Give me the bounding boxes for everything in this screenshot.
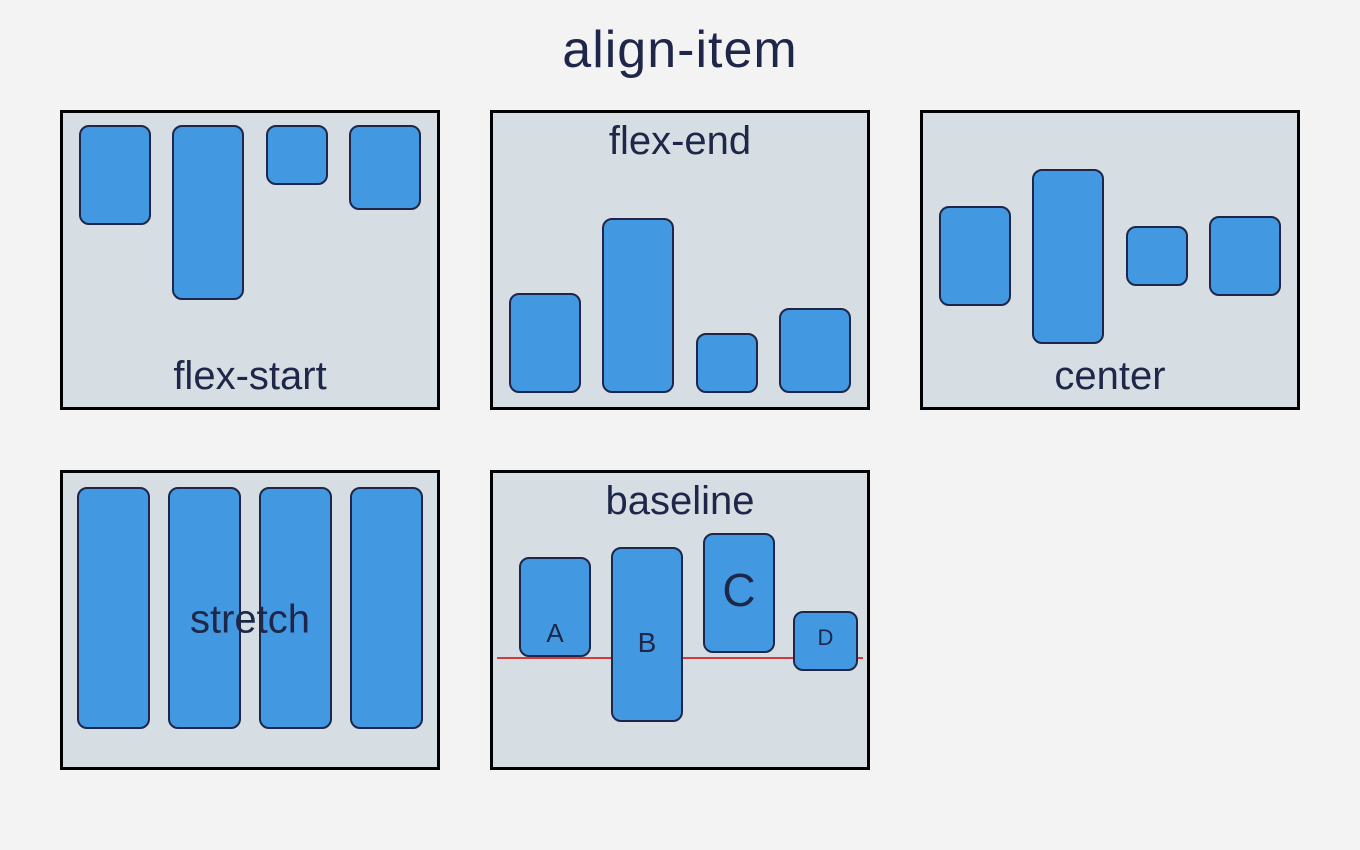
item-letter: A xyxy=(546,618,563,649)
flex-item xyxy=(172,125,244,300)
item-letter: B xyxy=(638,627,657,659)
baseline-area: A B C D xyxy=(493,531,867,761)
diagram-page: align-item flex-start flex-end xyxy=(0,0,1360,850)
flex-item xyxy=(1032,169,1104,344)
flex-item xyxy=(350,487,423,729)
panel-label-center: center xyxy=(1054,354,1165,399)
flex-item xyxy=(602,218,674,393)
item-letter: D xyxy=(818,625,834,651)
flex-item xyxy=(696,333,758,393)
panel-baseline: baseline A B C D xyxy=(490,470,870,770)
flex-item xyxy=(77,487,150,729)
panel-center: center xyxy=(920,110,1300,410)
flex-item xyxy=(509,293,581,393)
panel-label-flex-start: flex-start xyxy=(173,354,326,399)
flex-item-c: C xyxy=(703,533,775,653)
center-area xyxy=(923,131,1297,381)
panel-label-flex-end: flex-end xyxy=(609,119,751,164)
item-letter: C xyxy=(722,563,755,617)
flex-item-b: B xyxy=(611,547,683,722)
panel-label-stretch: stretch xyxy=(190,598,310,643)
panel-label-baseline: baseline xyxy=(605,479,754,524)
panel-stretch: stretch xyxy=(60,470,440,770)
flex-item xyxy=(939,206,1011,306)
flex-item xyxy=(1209,216,1281,296)
flex-item xyxy=(79,125,151,225)
panel-flex-start: flex-start xyxy=(60,110,440,410)
flex-item xyxy=(349,125,421,210)
flex-item-a: A xyxy=(519,557,591,657)
panels-grid: flex-start flex-end center xyxy=(50,110,1310,770)
flex-start-area xyxy=(63,113,437,313)
flex-item xyxy=(779,308,851,393)
flex-item xyxy=(266,125,328,185)
panel-flex-end: flex-end xyxy=(490,110,870,410)
flex-item-d: D xyxy=(793,611,858,671)
flex-item xyxy=(1126,226,1188,286)
flex-end-area xyxy=(493,168,867,403)
page-title: align-item xyxy=(50,20,1310,80)
